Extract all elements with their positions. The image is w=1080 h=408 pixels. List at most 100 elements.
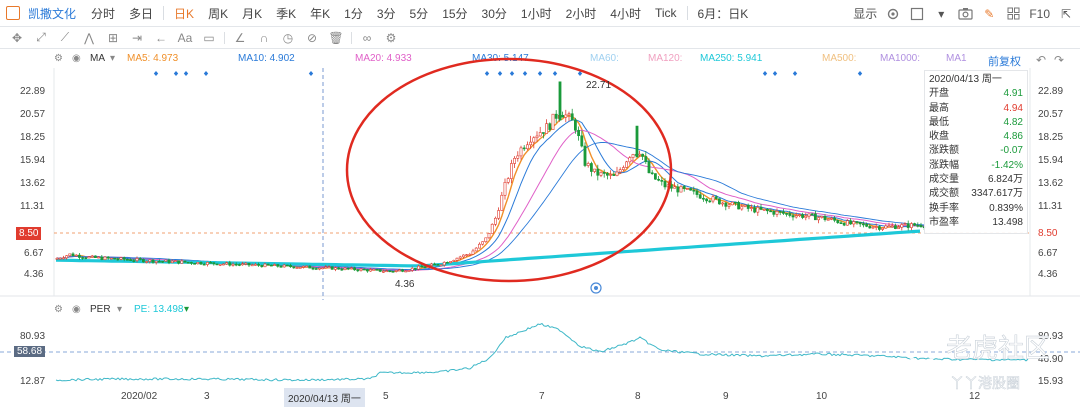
candle-body [570, 113, 574, 121]
candle-body [161, 260, 165, 263]
candle-body [826, 218, 830, 221]
candle-body [471, 250, 475, 255]
candle-body [717, 198, 721, 205]
per-tick: 12.87 [20, 376, 46, 387]
info-rows: 开盘 4.91 最高 4.94 最低 4.82 收盘 4.86 涨跌额 -0.07 涨跌幅 -1.42… [929, 87, 1023, 230]
info-row: 涨跌额 -0.07 [929, 144, 1023, 158]
candle-body [359, 268, 363, 271]
ma30-line [57, 141, 925, 271]
candle-body [842, 222, 846, 226]
price-tick: 13.62 [20, 178, 46, 189]
candle-body [234, 263, 238, 266]
info-value: 4.91 [1003, 88, 1023, 100]
candle-body [788, 213, 792, 216]
candle-body [762, 209, 766, 211]
candle-body [445, 261, 449, 264]
candle-body [887, 225, 891, 228]
candle-body [913, 223, 917, 226]
candle-body [298, 267, 302, 269]
current-price-tag: 8.50 [16, 227, 42, 240]
candle-body [458, 256, 462, 259]
candle-body [308, 265, 312, 269]
candle-body [61, 257, 65, 260]
time-tick: 2020/02 [121, 391, 158, 402]
candle-body [813, 213, 817, 221]
low-annotation: 4.36 [395, 279, 415, 290]
highlight-ellipse[interactable] [345, 57, 673, 283]
candle-body [154, 260, 158, 263]
candle-body [753, 207, 757, 213]
candle-body [276, 264, 280, 267]
signal-marker [509, 71, 515, 76]
candle-body [781, 211, 785, 214]
candle-body [775, 211, 779, 215]
candle-body [509, 163, 513, 179]
candle-body [532, 137, 536, 143]
candle-body [893, 225, 897, 229]
candle-body [429, 263, 433, 266]
candle-body [346, 267, 350, 270]
info-value: 0.839% [989, 202, 1023, 214]
candle-body [378, 269, 382, 272]
candle-body [890, 225, 894, 227]
candle-body [637, 153, 641, 156]
candle-body [791, 215, 795, 218]
candle-body [452, 260, 456, 262]
price-tick: 15.94 [20, 155, 46, 166]
info-row: 涨跌幅 -1.42% [929, 159, 1023, 173]
candle-body [330, 266, 334, 270]
per-tick: 80.93 [20, 331, 46, 342]
info-row: 成交额 3347.617万 [929, 187, 1023, 201]
info-date: 2020/04/13 周一 [929, 73, 1023, 87]
candle-body [241, 263, 245, 266]
candle-body [68, 253, 72, 257]
candle-body [493, 217, 497, 225]
candle-body [225, 262, 229, 265]
info-row: 最低 4.82 [929, 116, 1023, 130]
candle-body [586, 163, 590, 166]
candle-body [487, 233, 491, 239]
watermark-main: 老虎社区 [946, 334, 1050, 364]
high-annotation: 22.71 [586, 80, 611, 91]
candle-body [433, 263, 437, 266]
signal-markers [153, 71, 863, 76]
time-tick: 12 [969, 391, 981, 402]
candle-body [589, 163, 593, 172]
candle-body [65, 255, 69, 259]
candle-body [567, 113, 571, 116]
candle-body [650, 172, 654, 175]
candle-body [663, 181, 667, 188]
candle-body [381, 271, 385, 273]
candle-body [858, 222, 862, 225]
signal-marker [772, 71, 778, 76]
candle-body [794, 215, 798, 218]
candlestick-chart[interactable]: 22.71 4.36 [0, 0, 1080, 300]
signal-marker [497, 71, 503, 76]
candle-body [558, 81, 562, 121]
signal-marker [484, 71, 490, 76]
candle-body [215, 263, 219, 266]
candle-body [746, 204, 750, 209]
candle-body [340, 268, 344, 271]
candle-body [442, 261, 446, 266]
candle-body [222, 263, 225, 266]
candle-body [644, 156, 648, 163]
candle-body [292, 266, 296, 269]
candle-body [257, 264, 261, 266]
candle-body [823, 216, 827, 221]
current-price-right: 8.50 [1038, 228, 1058, 239]
price-tick: 13.62 [1038, 178, 1064, 189]
candle-body [900, 224, 904, 228]
candle-body [327, 266, 331, 269]
time-tick: 9 [723, 391, 729, 402]
price-tick: 6.67 [24, 248, 44, 259]
candle-body [375, 269, 379, 271]
candle-body [785, 213, 789, 215]
candle-body [190, 262, 193, 264]
candle-body [305, 265, 309, 268]
signal-marker [522, 71, 528, 76]
candle-body [81, 257, 85, 259]
candle-body [135, 258, 139, 261]
candle-body [97, 256, 101, 259]
candle-body [238, 264, 241, 266]
